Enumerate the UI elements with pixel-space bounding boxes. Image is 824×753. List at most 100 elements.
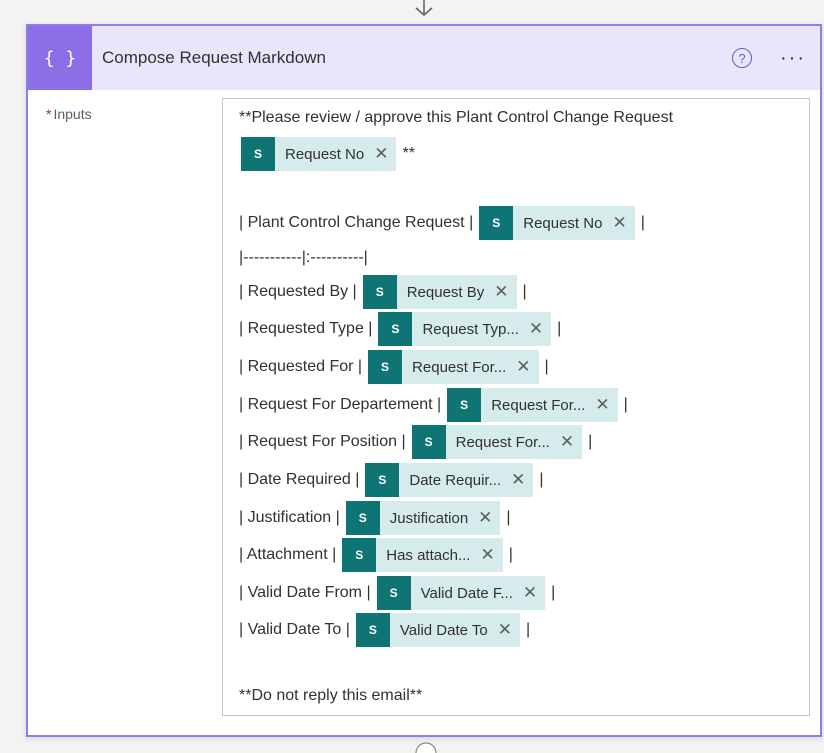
intro-text: **Please review / approve this Plant Con…: [239, 109, 674, 126]
token-label: Request No: [285, 145, 365, 163]
sharepoint-icon: S: [365, 463, 400, 497]
sharepoint-icon: S: [345, 501, 380, 535]
token-label: Justification: [389, 509, 469, 527]
dynamic-content-token[interactable]: S Has attach... ✕: [342, 538, 503, 572]
row-label: | Request For Position |: [239, 433, 406, 450]
add-step-icon[interactable]: [414, 741, 438, 753]
table-title-text: | Plant Control Change Request |: [239, 214, 474, 231]
table-row: | Requested For | S Request For... ✕ |: [239, 350, 549, 384]
connector-arrow-icon: [415, 0, 433, 16]
compose-icon: { }: [28, 26, 92, 90]
inputs-editor[interactable]: **Please review / approve this Plant Con…: [222, 98, 810, 716]
inputs-label-text: Inputs: [53, 106, 92, 122]
row-label: | Date Required |: [239, 471, 360, 488]
row-label: | Valid Date From |: [239, 584, 371, 601]
sharepoint-icon: S: [342, 538, 377, 572]
request-no-token[interactable]: S Request No ✕: [241, 137, 397, 171]
inputs-label: * Inputs: [46, 106, 92, 122]
pipe-text: |: [539, 471, 544, 488]
pipe-text: |: [623, 396, 628, 413]
table-row: | Request For Departement | S Request For.…: [239, 388, 628, 422]
row-label: | Attachment |: [239, 546, 337, 563]
remove-token-icon[interactable]: ✕: [494, 282, 516, 302]
row-label: | Valid Date To |: [239, 621, 350, 638]
remove-token-icon[interactable]: ✕: [480, 545, 502, 565]
sharepoint-icon: S: [355, 613, 390, 647]
row-label: | Justification |: [239, 509, 340, 526]
table-row: | Valid Date From | S Valid Date F... ✕ |: [239, 576, 555, 610]
token-label: Valid Date F...: [420, 584, 513, 602]
remove-token-icon[interactable]: ✕: [595, 395, 617, 415]
dynamic-content-token[interactable]: S Request For... ✕: [411, 425, 583, 459]
editor-line: |-----------|:----------|: [239, 247, 368, 269]
pipe-text: |: [544, 358, 549, 375]
token-label: Request For...: [491, 396, 586, 414]
dynamic-content-token[interactable]: S Valid Date F... ✕: [376, 576, 546, 610]
compose-action-card[interactable]: { } Compose Request Markdown ? ··· * Inpu…: [26, 24, 822, 737]
more-options-icon[interactable]: ···: [780, 48, 806, 68]
pipe-text: |: [640, 214, 645, 231]
sharepoint-icon: S: [378, 312, 413, 346]
token-label: Valid Date To: [399, 621, 488, 639]
dynamic-content-token[interactable]: S Request For... ✕: [368, 350, 539, 384]
dynamic-content-token[interactable]: S Request Typ... ✕: [378, 312, 552, 346]
request-no-token[interactable]: S Request No ✕: [479, 206, 635, 240]
help-icon[interactable]: ?: [732, 48, 753, 68]
editor-line: | Plant Control Change Request | S Reque…: [239, 206, 645, 240]
token-label: Has attach...: [386, 546, 471, 564]
row-label: | Requested For |: [239, 358, 363, 375]
table-row: | Requested By | S Request By ✕ |: [239, 275, 527, 309]
table-row: | Request For Position | S Request For... ✕…: [239, 425, 592, 459]
pipe-text: |: [506, 509, 511, 526]
dynamic-content-token[interactable]: S Valid Date To ✕: [355, 613, 520, 647]
table-row: | Requested Type | S Request Typ... ✕ |: [239, 312, 561, 346]
token-label: Request For...: [412, 358, 507, 376]
footer-text: **Do not reply this email**: [239, 687, 423, 704]
table-row: | Justification | S Justification ✕ |: [239, 501, 511, 535]
token-label: Date Requir...: [409, 471, 502, 489]
remove-token-icon[interactable]: ✕: [511, 470, 533, 490]
remove-token-icon[interactable]: ✕: [498, 620, 520, 640]
table-row: | Date Required | S Date Requir... ✕ |: [239, 463, 544, 497]
token-label: Request No: [523, 214, 603, 232]
pipe-text: |: [551, 584, 556, 601]
pipe-text: |: [557, 320, 562, 337]
sharepoint-icon: S: [447, 388, 482, 422]
remove-token-icon[interactable]: ✕: [374, 144, 396, 164]
row-label: | Requested Type |: [239, 320, 373, 337]
table-row: | Valid Date To | S Valid Date To ✕ |: [239, 613, 530, 647]
sharepoint-icon: S: [376, 576, 411, 610]
remove-token-icon[interactable]: ✕: [612, 213, 634, 233]
required-mark: *: [46, 106, 52, 122]
sharepoint-icon: S: [362, 275, 397, 309]
pipe-text: |: [522, 283, 527, 300]
bold-close-text: **: [402, 145, 415, 162]
row-label: | Request For Departement |: [239, 396, 442, 413]
sharepoint-icon: S: [241, 137, 275, 171]
remove-token-icon[interactable]: ✕: [523, 583, 545, 603]
table-row: | Attachment | S Has attach... ✕ |: [239, 538, 513, 572]
remove-token-icon[interactable]: ✕: [516, 357, 538, 377]
card-title[interactable]: Compose Request Markdown: [102, 48, 732, 68]
editor-line: **Please review / approve this Plant Con…: [239, 107, 673, 129]
dynamic-content-token[interactable]: S Request By ✕: [362, 275, 517, 309]
editor-line: **Do not reply this email**: [239, 685, 422, 707]
token-label: Request Typ...: [422, 320, 519, 338]
dynamic-content-token[interactable]: S Date Requir... ✕: [365, 463, 534, 497]
remove-token-icon[interactable]: ✕: [560, 432, 582, 452]
editor-line: S Request No ✕ **: [235, 137, 415, 171]
dynamic-content-token[interactable]: S Request For... ✕: [447, 388, 618, 422]
pipe-text: |: [508, 546, 513, 563]
remove-token-icon[interactable]: ✕: [478, 508, 500, 528]
token-label: Request For...: [455, 433, 550, 451]
sharepoint-icon: S: [368, 350, 403, 384]
token-label: Request By: [406, 283, 485, 301]
remove-token-icon[interactable]: ✕: [529, 319, 551, 339]
sharepoint-icon: S: [479, 206, 514, 240]
row-label: | Requested By |: [239, 283, 357, 300]
card-header[interactable]: { } Compose Request Markdown ? ···: [28, 26, 820, 90]
dynamic-content-token[interactable]: S Justification ✕: [345, 501, 501, 535]
pipe-text: |: [588, 433, 593, 450]
pipe-text: |: [525, 621, 531, 638]
sharepoint-icon: S: [411, 425, 446, 459]
